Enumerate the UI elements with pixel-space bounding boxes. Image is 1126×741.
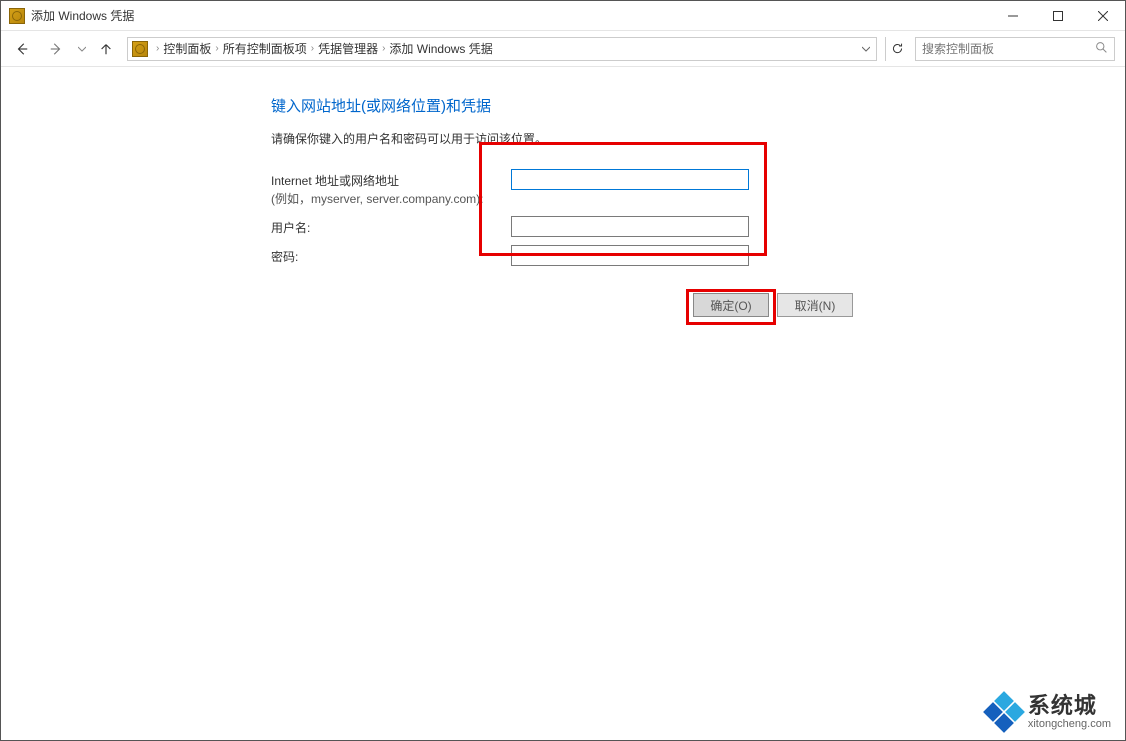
username-input[interactable] [511,216,749,237]
address-bar[interactable]: › 控制面板 › 所有控制面板项 › 凭据管理器 › 添加 Windows 凭据 [127,37,877,61]
titlebar: 添加 Windows 凭据 [1,1,1125,31]
back-button[interactable] [7,35,37,63]
window-controls [990,1,1125,30]
chevron-right-icon: › [382,43,385,54]
search-icon [1095,41,1108,57]
breadcrumb-item[interactable]: 所有控制面板项 [223,40,307,57]
breadcrumb-item[interactable]: 凭据管理器 [318,40,378,57]
dialog-buttons: 确定(O) 取消(N) [1,293,1125,317]
address-input[interactable] [511,169,749,190]
chevron-right-icon: › [215,43,218,54]
window-title: 添加 Windows 凭据 [31,7,134,24]
search-input[interactable] [922,42,1095,56]
address-label-text: Internet 地址或网络地址 [271,174,399,188]
minimize-button[interactable] [990,1,1035,30]
address-example-text: (例如，myserver, server.company.com): [271,192,484,206]
breadcrumb: › 控制面板 › 所有控制面板项 › 凭据管理器 › 添加 Windows 凭据 [152,40,858,57]
history-dropdown[interactable] [75,45,89,53]
close-button[interactable] [1080,1,1125,30]
credential-form: Internet 地址或网络地址 (例如，myserver, server.co… [271,169,831,266]
password-label: 密码: [271,245,511,266]
maximize-button[interactable] [1035,1,1080,30]
refresh-button[interactable] [885,37,909,61]
address-dropdown[interactable] [858,42,874,56]
address-label: Internet 地址或网络地址 (例如，myserver, server.co… [271,169,511,208]
password-input[interactable] [511,245,749,266]
up-button[interactable] [93,35,119,63]
watermark-url: xitongcheng.com [1028,718,1111,730]
cancel-button[interactable]: 取消(N) [777,293,853,317]
content-area: 键入网站地址(或网络位置)和凭据 请确保你键入的用户名和密码可以用于访问该位置。… [1,67,1125,266]
username-label: 用户名: [271,216,511,237]
app-icon [9,8,25,24]
forward-button[interactable] [41,35,71,63]
navbar: › 控制面板 › 所有控制面板项 › 凭据管理器 › 添加 Windows 凭据 [1,31,1125,67]
ok-button[interactable]: 确定(O) [693,293,769,317]
breadcrumb-item[interactable]: 添加 Windows 凭据 [389,40,492,57]
watermark-logo-icon [986,694,1022,730]
page-heading: 键入网站地址(或网络位置)和凭据 [271,95,1125,116]
breadcrumb-item[interactable]: 控制面板 [163,40,211,57]
watermark: 系统城 xitongcheng.com [986,694,1111,730]
address-icon [132,41,148,57]
chevron-right-icon: › [311,43,314,54]
watermark-title: 系统城 [1028,694,1111,718]
page-subtext: 请确保你键入的用户名和密码可以用于访问该位置。 [271,130,1125,147]
chevron-right-icon: › [156,43,159,54]
search-box[interactable] [915,37,1115,61]
